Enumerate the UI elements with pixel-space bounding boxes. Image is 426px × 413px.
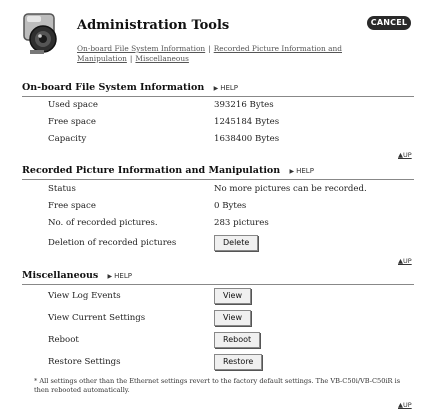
up-link[interactable]: ▲UP bbox=[398, 257, 412, 265]
help-link[interactable]: ▶ HELP bbox=[108, 272, 132, 280]
row-label: Deletion of recorded pictures bbox=[48, 238, 177, 248]
info-row: Used space 393216 Bytes bbox=[48, 97, 414, 113]
section-title: On-board File System Information bbox=[22, 82, 205, 93]
section-header-miscellaneous: Miscellaneous ▶ HELP bbox=[22, 270, 414, 285]
view-settings-button[interactable]: View bbox=[214, 310, 251, 326]
section-title: Miscellaneous bbox=[22, 270, 99, 281]
section-header-recorded-pictures: Recorded Picture Information and Manipul… bbox=[22, 165, 414, 180]
action-row: View Log Events View bbox=[48, 288, 414, 304]
page-title: Administration Tools bbox=[77, 18, 230, 33]
cancel-button[interactable]: CANCEL bbox=[367, 16, 411, 30]
info-row: No. of recorded pictures. 283 pictures bbox=[48, 215, 414, 231]
help-label: HELP bbox=[114, 272, 132, 280]
action-row: View Current Settings View bbox=[48, 310, 414, 326]
row-label: Capacity bbox=[48, 134, 87, 144]
row-label: Reboot bbox=[48, 335, 79, 345]
delete-button[interactable]: Delete bbox=[214, 235, 259, 251]
help-label: HELP bbox=[296, 167, 314, 175]
action-row: Restore Settings Restore bbox=[48, 354, 414, 370]
admin-tools-page: Administration Tools CANCEL On-board Fil… bbox=[0, 0, 426, 413]
info-row: Capacity 1638400 Bytes bbox=[48, 131, 414, 147]
help-link[interactable]: ▶ HELP bbox=[290, 167, 314, 175]
restore-note: * All settings other than the Ethernet s… bbox=[34, 377, 401, 394]
row-label: No. of recorded pictures. bbox=[48, 218, 158, 228]
view-log-events-button[interactable]: View bbox=[214, 288, 251, 304]
section-title: Recorded Picture Information and Manipul… bbox=[22, 165, 281, 176]
section-header-file-system: On-board File System Information ▶ HELP bbox=[22, 82, 414, 97]
row-value: 283 pictures bbox=[214, 218, 269, 228]
play-triangle-icon: ▶ bbox=[107, 273, 113, 280]
row-value: 0 Bytes bbox=[214, 201, 247, 211]
info-row: Status No more pictures can be recorded. bbox=[48, 181, 414, 197]
row-label: View Log Events bbox=[48, 291, 121, 301]
info-row: Free space 0 Bytes bbox=[48, 198, 414, 214]
row-value: 1638400 Bytes bbox=[214, 134, 280, 144]
action-row: Deletion of recorded pictures Delete bbox=[48, 235, 414, 251]
row-value: 393216 Bytes bbox=[214, 100, 274, 110]
row-label: Status bbox=[48, 184, 76, 194]
row-value: 1245184 Bytes bbox=[214, 117, 280, 127]
row-label: View Current Settings bbox=[48, 313, 146, 323]
row-value: No more pictures can be recorded. bbox=[214, 184, 367, 194]
row-label: Free space bbox=[48, 117, 96, 127]
section-nav: On-board File System Information | Recorde… bbox=[77, 44, 377, 64]
play-triangle-icon: ▶ bbox=[213, 85, 219, 92]
up-label: UP bbox=[403, 401, 412, 409]
up-label: UP bbox=[403, 151, 412, 159]
nav-link-miscellaneous[interactable]: Miscellaneous bbox=[135, 54, 189, 63]
play-triangle-icon: ▶ bbox=[289, 168, 295, 175]
row-label: Free space bbox=[48, 201, 96, 211]
restore-button[interactable]: Restore bbox=[214, 354, 263, 370]
help-link[interactable]: ▶ HELP bbox=[214, 84, 238, 92]
row-label: Restore Settings bbox=[48, 357, 121, 367]
nav-link-file-system[interactable]: On-board File System Information bbox=[77, 44, 205, 53]
row-label: Used space bbox=[48, 100, 98, 110]
up-link[interactable]: ▲UP bbox=[398, 151, 412, 159]
reboot-button[interactable]: Reboot bbox=[214, 332, 261, 348]
up-link[interactable]: ▲UP bbox=[398, 401, 412, 409]
info-row: Free space 1245184 Bytes bbox=[48, 114, 414, 130]
up-label: UP bbox=[403, 257, 412, 265]
action-row: Reboot Reboot bbox=[48, 332, 414, 348]
nav-separator: | bbox=[208, 44, 211, 53]
help-label: HELP bbox=[220, 84, 239, 92]
camera-icon bbox=[23, 13, 57, 54]
